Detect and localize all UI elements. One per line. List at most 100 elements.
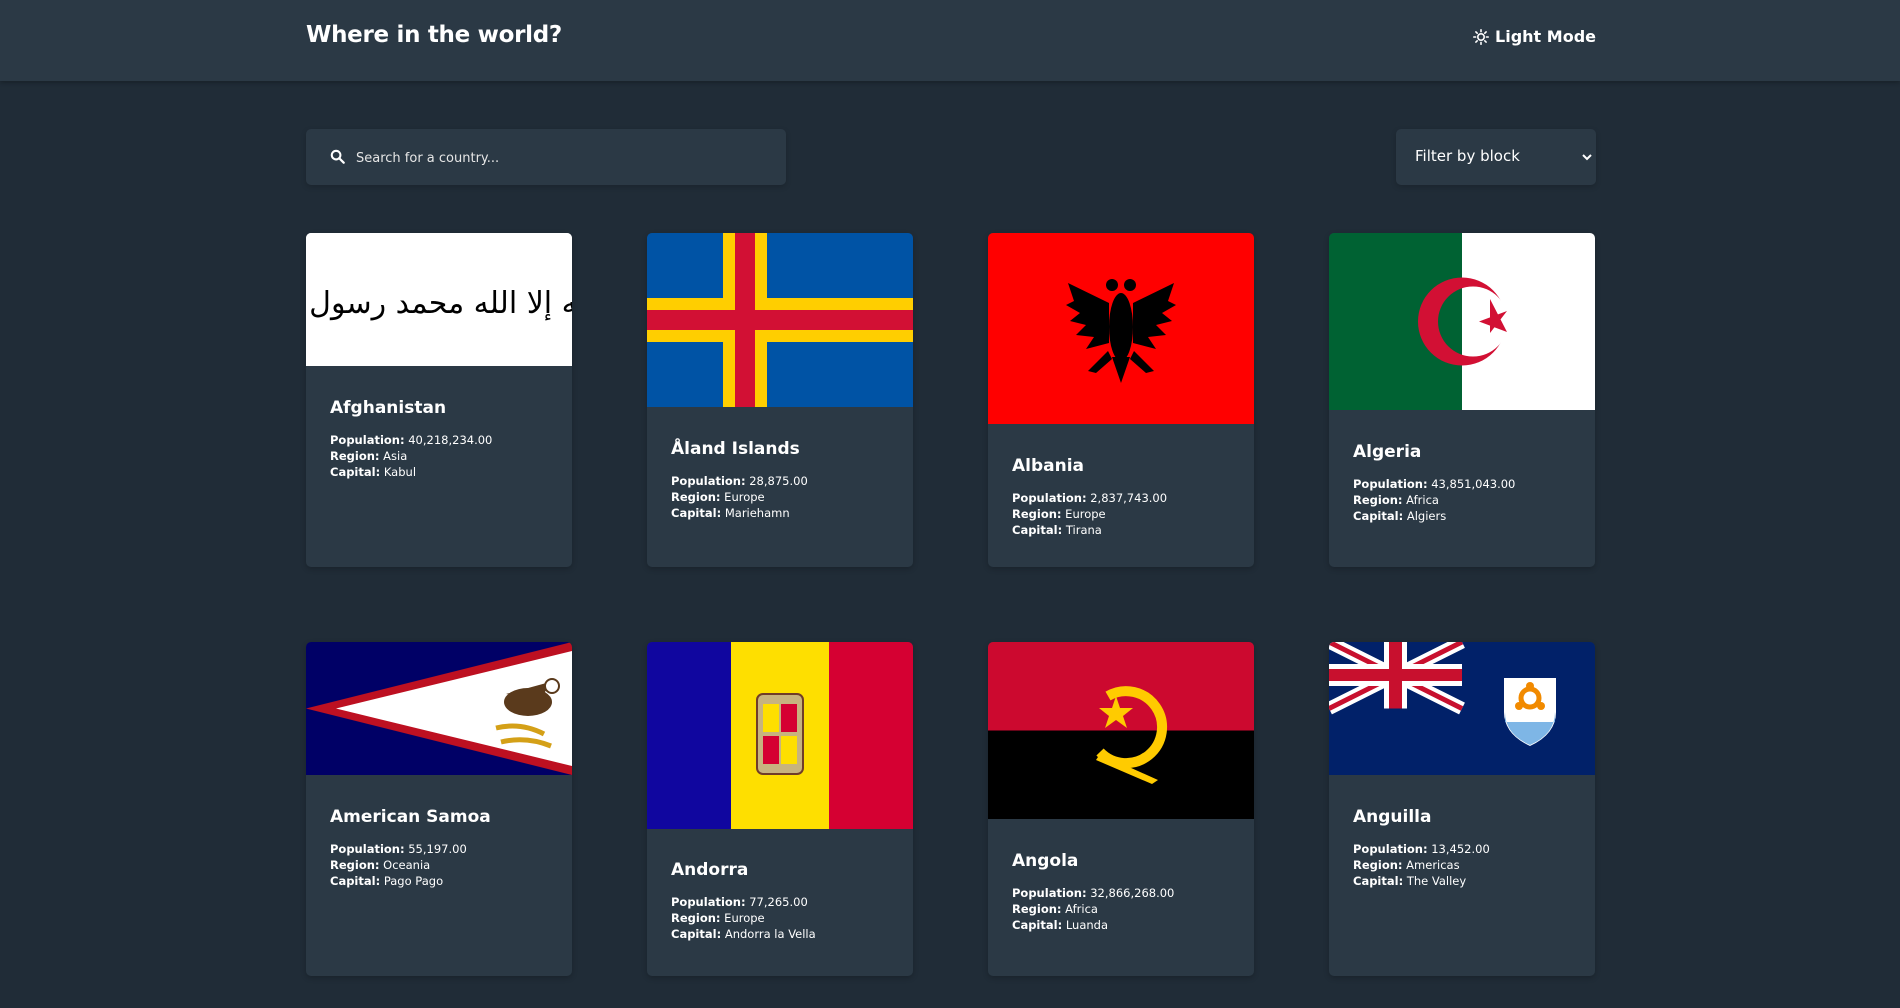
capital-line: Capital: Pago Pago [330, 873, 491, 889]
capital-line: Capital: Tirana [1012, 522, 1167, 538]
flag-albania [988, 233, 1254, 424]
capital-value: Algiers [1406, 509, 1447, 523]
capital-value: Andorra la Vella [724, 927, 816, 941]
population-label: Population: [330, 433, 405, 447]
region-label: Region: [1012, 507, 1062, 521]
capital-line: Capital: Andorra la Vella [671, 926, 816, 942]
region-value: Europe [1065, 507, 1106, 521]
card-body: Åland Islands Population: 28,875.00 Regi… [671, 439, 808, 521]
population-label: Population: [1353, 842, 1428, 856]
region-value: Americas [1406, 858, 1460, 872]
region-line: Region: Oceania [330, 857, 491, 873]
country-card-american-samoa[interactable]: American Samoa Population: 55,197.00 Reg… [306, 642, 572, 976]
card-body: Afghanistan Population: 40,218,234.00 Re… [330, 398, 492, 480]
population-label: Population: [671, 895, 746, 909]
population-value: 28,875.00 [749, 474, 808, 488]
flag-anguilla [1329, 642, 1595, 775]
country-name: Angola [1012, 851, 1079, 871]
population-label: Population: [1012, 491, 1087, 505]
country-card-albania[interactable]: Albania Population: 2,837,743.00 Region:… [988, 233, 1254, 567]
population-label: Population: [1353, 477, 1428, 491]
population-line: Population: 2,837,743.00 [1012, 490, 1167, 506]
region-value: Oceania [383, 858, 431, 872]
card-body: Anguilla Population: 13,452.00 Region: A… [1353, 807, 1490, 889]
region-filter-select[interactable]: Filter by block [1396, 129, 1596, 185]
chevron-down-icon [1582, 154, 1592, 161]
flag-afghanistan: لا إله إلا الله محمد رسول الله [306, 233, 572, 366]
region-value: Africa [1065, 902, 1098, 916]
country-name: Åland Islands [671, 439, 800, 459]
search-box[interactable] [306, 129, 786, 187]
region-label: Region: [330, 449, 380, 463]
region-label: Region: [330, 858, 380, 872]
country-name: Albania [1012, 456, 1085, 476]
population-label: Population: [671, 474, 746, 488]
flag-shahada: لا إله إلا الله محمد رسول الله [306, 286, 572, 321]
flag-american-samoa [306, 642, 572, 775]
search-icon [330, 149, 345, 164]
capital-value: Kabul [383, 465, 417, 479]
population-label: Population: [330, 842, 405, 856]
capital-line: Capital: The Valley [1353, 873, 1490, 889]
capital-label: Capital: [330, 465, 381, 479]
page-title: Where in the world? [306, 22, 562, 48]
region-value: Africa [1406, 493, 1439, 507]
flag-angola [988, 642, 1254, 819]
region-line: Region: Africa [1012, 901, 1174, 917]
filter-label: Filter by block [1415, 147, 1520, 165]
capital-line: Capital: Luanda [1012, 917, 1174, 933]
sun-icon [1473, 28, 1490, 45]
population-line: Population: 28,875.00 [671, 473, 808, 489]
flag-algeria [1329, 233, 1595, 410]
capital-label: Capital: [671, 506, 722, 520]
country-card-aland-islands[interactable]: Åland Islands Population: 28,875.00 Regi… [647, 233, 913, 567]
capital-line: Capital: Mariehamn [671, 505, 808, 521]
population-line: Population: 55,197.00 [330, 841, 491, 857]
country-name: Algeria [1353, 442, 1422, 462]
country-card-angola[interactable]: Angola Population: 32,866,268.00 Region:… [988, 642, 1254, 976]
card-body: Andorra Population: 77,265.00 Region: Eu… [671, 860, 816, 942]
capital-label: Capital: [1012, 523, 1063, 537]
capital-label: Capital: [1353, 509, 1404, 523]
population-value: 2,837,743.00 [1090, 491, 1168, 505]
capital-line: Capital: Kabul [330, 464, 492, 480]
capital-value: Luanda [1065, 918, 1109, 932]
country-name: Afghanistan [330, 398, 447, 418]
capital-value: Tirana [1065, 523, 1102, 537]
country-name: Andorra [671, 860, 749, 880]
capital-value: Pago Pago [383, 874, 444, 888]
population-value: 77,265.00 [749, 895, 808, 909]
population-line: Population: 32,866,268.00 [1012, 885, 1174, 901]
population-value: 40,218,234.00 [408, 433, 493, 447]
region-label: Region: [671, 911, 721, 925]
card-body: American Samoa Population: 55,197.00 Reg… [330, 807, 491, 889]
capital-label: Capital: [671, 927, 722, 941]
region-label: Region: [1353, 858, 1403, 872]
card-body: Algeria Population: 43,851,043.00 Region… [1353, 442, 1515, 524]
capital-label: Capital: [330, 874, 381, 888]
capital-line: Capital: Algiers [1353, 508, 1515, 524]
region-line: Region: Europe [1012, 506, 1167, 522]
search-input[interactable] [354, 129, 768, 187]
population-value: 55,197.00 [408, 842, 467, 856]
country-card-andorra[interactable]: Andorra Population: 77,265.00 Region: Eu… [647, 642, 913, 976]
capital-value: Mariehamn [724, 506, 790, 520]
top-bar: Where in the world? Light Mode [0, 0, 1900, 81]
card-body: Angola Population: 32,866,268.00 Region:… [1012, 851, 1174, 933]
country-card-algeria[interactable]: Algeria Population: 43,851,043.00 Region… [1329, 233, 1595, 567]
country-card-anguilla[interactable]: Anguilla Population: 13,452.00 Region: A… [1329, 642, 1595, 976]
flag-aland-islands [647, 233, 913, 407]
flag-andorra [647, 642, 913, 829]
country-card-afghanistan[interactable]: لا إله إلا الله محمد رسول الله Afghanist… [306, 233, 572, 567]
population-line: Population: 13,452.00 [1353, 841, 1490, 857]
region-value: Europe [724, 911, 765, 925]
population-line: Population: 77,265.00 [671, 894, 816, 910]
region-value: Asia [383, 449, 408, 463]
capital-label: Capital: [1012, 918, 1063, 932]
country-name: American Samoa [330, 807, 491, 827]
theme-toggle-button[interactable]: Light Mode [1473, 27, 1596, 46]
population-value: 32,866,268.00 [1090, 886, 1175, 900]
card-body: Albania Population: 2,837,743.00 Region:… [1012, 456, 1167, 538]
region-line: Region: Asia [330, 448, 492, 464]
region-label: Region: [671, 490, 721, 504]
